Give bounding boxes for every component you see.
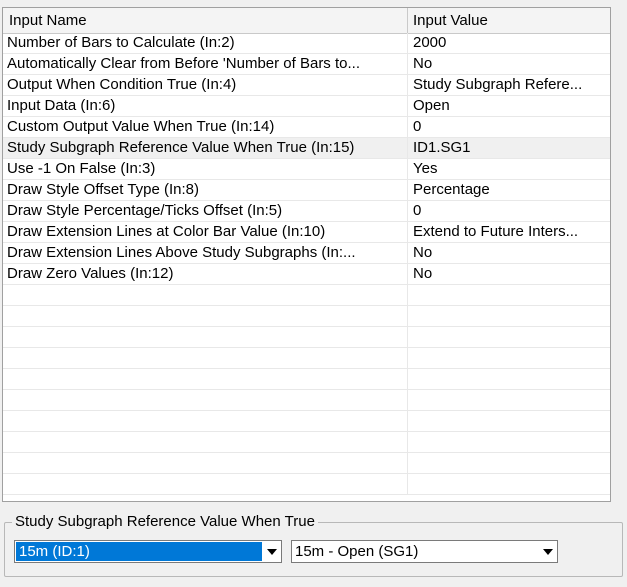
input-name-cell[interactable]: Study Subgraph Reference Value When True… xyxy=(3,138,408,158)
input-name-cell[interactable]: Number of Bars to Calculate (In:2) xyxy=(3,33,408,53)
empty-cell xyxy=(3,285,408,305)
chevron-down-icon[interactable] xyxy=(263,541,281,562)
input-value-cell[interactable]: 0 xyxy=(408,201,608,221)
empty-cell xyxy=(3,474,408,494)
empty-cell xyxy=(408,390,608,410)
empty-cell xyxy=(3,327,408,347)
empty-row xyxy=(3,348,610,369)
table-row[interactable]: Automatically Clear from Before 'Number … xyxy=(3,54,610,75)
empty-cell xyxy=(3,369,408,389)
input-name-cell[interactable]: Draw Zero Values (In:12) xyxy=(3,264,408,284)
input-name-cell[interactable]: Draw Extension Lines at Color Bar Value … xyxy=(3,222,408,242)
empty-row xyxy=(3,453,610,474)
input-value-cell[interactable]: Study Subgraph Refere... xyxy=(408,75,608,95)
input-name-cell[interactable]: Automatically Clear from Before 'Number … xyxy=(3,54,408,74)
input-value-cell[interactable]: Percentage xyxy=(408,180,608,200)
empty-row xyxy=(3,327,610,348)
empty-cell xyxy=(3,306,408,326)
subgraph-select-value: 15m - Open (SG1) xyxy=(295,543,419,560)
empty-cell xyxy=(3,432,408,452)
empty-cell xyxy=(3,390,408,410)
grid-header: Input Name Input Value xyxy=(3,8,610,34)
empty-cell xyxy=(3,453,408,473)
table-row[interactable]: Draw Extension Lines Above Study Subgrap… xyxy=(3,243,610,264)
table-row[interactable]: Custom Output Value When True (In:14) 0 xyxy=(3,117,610,138)
input-name-cell[interactable]: Draw Extension Lines Above Study Subgrap… xyxy=(3,243,408,263)
input-name-cell[interactable]: Input Data (In:6) xyxy=(3,96,408,116)
input-value-cell[interactable]: Open xyxy=(408,96,608,116)
table-row[interactable]: Use -1 On False (In:3) Yes xyxy=(3,159,610,180)
study-select[interactable]: 15m (ID:1) xyxy=(14,540,282,563)
empty-cell xyxy=(408,411,608,431)
input-name-cell[interactable]: Use -1 On False (In:3) xyxy=(3,159,408,179)
input-name-cell[interactable]: Custom Output Value When True (In:14) xyxy=(3,117,408,137)
input-value-cell[interactable]: 0 xyxy=(408,117,608,137)
table-row[interactable]: Draw Style Percentage/Ticks Offset (In:5… xyxy=(3,201,610,222)
inputs-grid: Input Name Input Value Number of Bars to… xyxy=(2,7,611,502)
empty-cell xyxy=(408,432,608,452)
input-value-cell[interactable]: 2000 xyxy=(408,33,608,53)
input-value-cell[interactable]: ID1.SG1 xyxy=(408,138,608,158)
empty-cell xyxy=(3,348,408,368)
input-value-cell[interactable]: No xyxy=(408,243,608,263)
empty-row xyxy=(3,432,610,453)
table-row[interactable]: Output When Condition True (In:4) Study S… xyxy=(3,75,610,96)
grid-rows: Number of Bars to Calculate (In:2) 2000 Au… xyxy=(3,33,610,495)
empty-cell xyxy=(408,453,608,473)
column-header-input-value[interactable]: Input Value xyxy=(408,8,610,33)
table-row[interactable]: Study Subgraph Reference Value When True… xyxy=(3,138,610,159)
group-label: Study Subgraph Reference Value When True xyxy=(12,513,318,531)
empty-row xyxy=(3,369,610,390)
table-row[interactable]: Draw Zero Values (In:12) No xyxy=(3,264,610,285)
empty-cell xyxy=(408,306,608,326)
input-value-cell[interactable]: No xyxy=(408,264,608,284)
empty-cell xyxy=(408,327,608,347)
input-name-cell[interactable]: Draw Style Percentage/Ticks Offset (In:5… xyxy=(3,201,408,221)
study-select-value: 15m (ID:1) xyxy=(16,542,262,561)
empty-row xyxy=(3,474,610,495)
empty-row xyxy=(3,411,610,432)
table-row[interactable]: Input Data (In:6) Open xyxy=(3,96,610,117)
table-row[interactable]: Number of Bars to Calculate (In:2) 2000 xyxy=(3,33,610,54)
empty-row xyxy=(3,285,610,306)
chevron-down-icon[interactable] xyxy=(539,541,557,562)
empty-cell xyxy=(408,369,608,389)
input-value-cell[interactable]: No xyxy=(408,54,608,74)
input-name-cell[interactable]: Output When Condition True (In:4) xyxy=(3,75,408,95)
empty-row xyxy=(3,390,610,411)
empty-row xyxy=(3,306,610,327)
table-row[interactable]: Draw Style Offset Type (In:8) Percentage xyxy=(3,180,610,201)
column-header-input-name[interactable]: Input Name xyxy=(3,8,408,33)
empty-cell xyxy=(408,285,608,305)
subgraph-select[interactable]: 15m - Open (SG1) xyxy=(291,540,558,563)
empty-cell xyxy=(408,348,608,368)
input-value-cell[interactable]: Extend to Future Inters... xyxy=(408,222,608,242)
table-row[interactable]: Draw Extension Lines at Color Bar Value … xyxy=(3,222,610,243)
empty-cell xyxy=(408,474,608,494)
input-name-cell[interactable]: Draw Style Offset Type (In:8) xyxy=(3,180,408,200)
empty-cell xyxy=(3,411,408,431)
input-value-cell[interactable]: Yes xyxy=(408,159,608,179)
